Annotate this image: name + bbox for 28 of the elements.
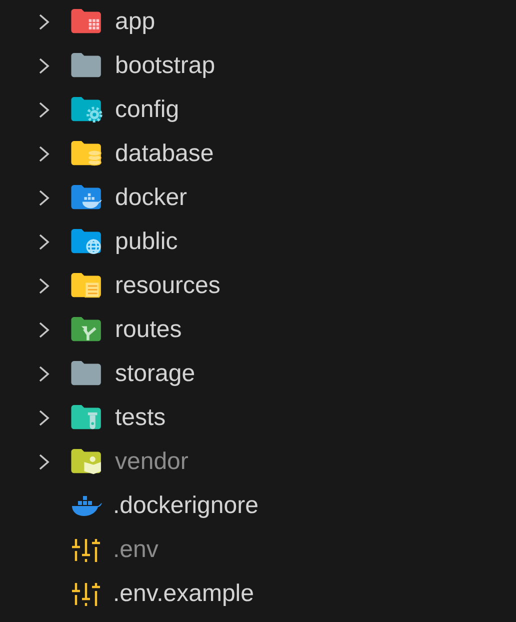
folder-name[interactable]: docker	[115, 184, 188, 212]
folder-icon	[70, 361, 104, 387]
whale-icon	[70, 493, 102, 519]
folder-test-tube-icon	[70, 405, 104, 431]
folder-arrow-icon	[70, 317, 104, 343]
sliders-icon	[70, 581, 102, 607]
file-name[interactable]: .env.example	[113, 580, 254, 608]
folder-package-icon	[70, 449, 104, 475]
folder-name[interactable]: public	[115, 228, 178, 256]
sliders-icon	[70, 537, 102, 563]
folder-name[interactable]: database	[115, 140, 214, 168]
file-name[interactable]: .env	[113, 536, 158, 564]
folder-name[interactable]: config	[115, 96, 180, 124]
folder-gear-icon	[70, 97, 104, 123]
folder-name[interactable]: app	[115, 8, 156, 36]
folder-name[interactable]: routes	[115, 316, 182, 344]
folder-name[interactable]: storage	[115, 360, 196, 388]
folder-grid-icon	[70, 9, 104, 35]
folder-document-icon	[70, 273, 104, 299]
folder-name[interactable]: vendor	[115, 448, 188, 476]
folder-name[interactable]: tests	[115, 404, 166, 432]
folder-globe-icon	[70, 229, 104, 255]
folder-whale-icon	[70, 185, 104, 211]
folder-name[interactable]: resources	[115, 272, 220, 300]
folder-icon	[70, 53, 104, 79]
file-name[interactable]: .dockerignore	[113, 492, 258, 520]
folder-name[interactable]: bootstrap	[115, 52, 216, 80]
folder-database-icon	[70, 141, 104, 167]
